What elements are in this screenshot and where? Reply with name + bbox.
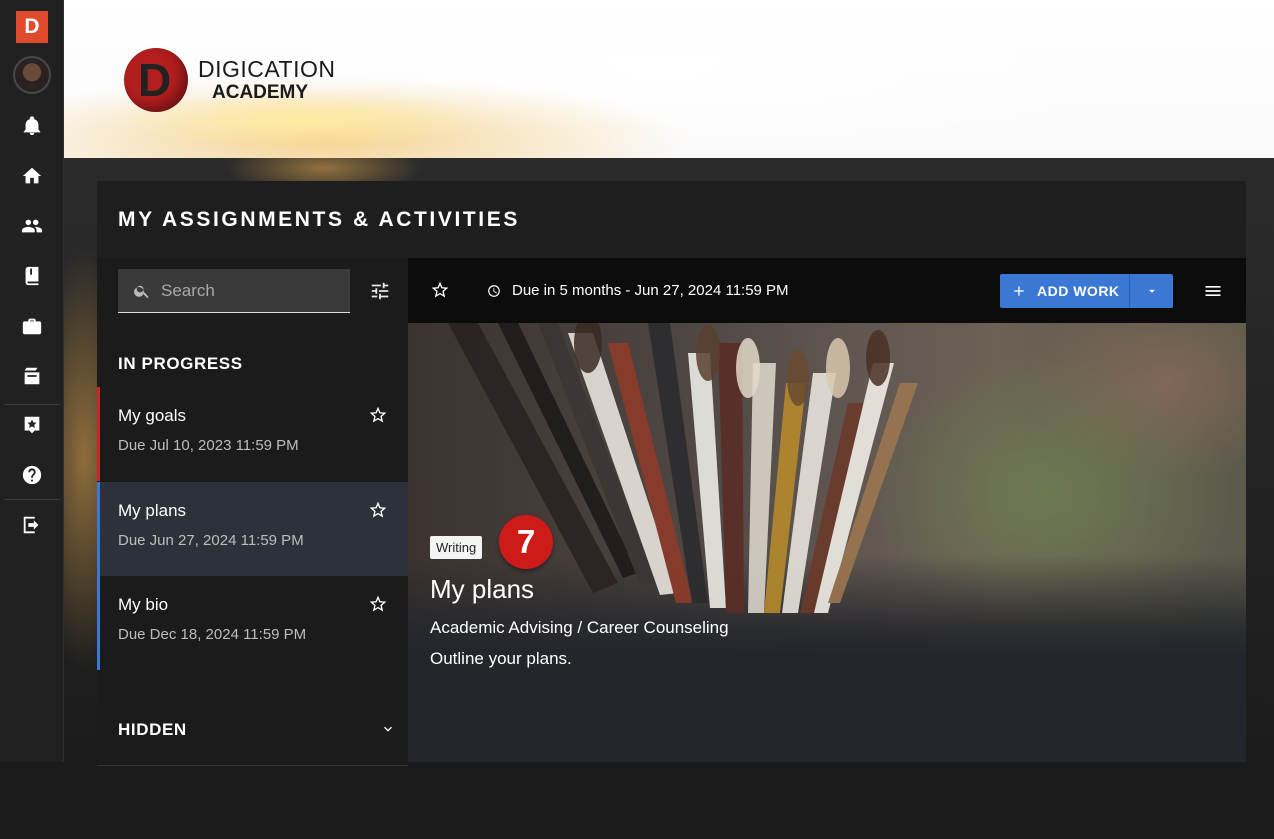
item-title: My plans [118, 501, 187, 520]
caret-down-icon [1148, 289, 1155, 293]
assignment-list: IN PROGRESS My goals Due Jul 10, 2023 11… [97, 258, 408, 766]
app-logo[interactable]: D [16, 11, 48, 43]
category-tag: Writing [430, 536, 483, 559]
school-logo[interactable]: D DIGICATION ACADEMY [124, 48, 335, 112]
item-due: Due Dec 18, 2024 11:59 PM [118, 626, 307, 643]
section-hidden: HIDDEN [118, 720, 187, 739]
star-icon[interactable] [368, 405, 388, 425]
rail-divider [4, 499, 60, 500]
add-work-main[interactable]: ADD WORK [1000, 274, 1129, 308]
people-icon[interactable] [20, 214, 44, 238]
school-logo-mark: D [124, 48, 188, 112]
menu-icon[interactable] [1203, 281, 1223, 301]
assignments-panel: MY ASSIGNMENTS & ACTIVITIES IN PROGRESS … [97, 181, 1246, 766]
due-date-text: Due in 5 months - Jun 27, 2024 11:59 PM [512, 282, 789, 299]
list-item[interactable]: My bio Due Dec 18, 2024 11:59 PM [97, 576, 408, 670]
item-title: My bio [118, 595, 169, 614]
paintbrushes-image [448, 323, 918, 613]
assignment-cover-image [408, 323, 1246, 655]
exit-icon[interactable] [20, 513, 44, 537]
home-icon[interactable] [20, 164, 44, 188]
item-due: Due Jun 27, 2024 11:59 PM [118, 532, 304, 549]
list-item[interactable]: My goals Due Jul 10, 2023 11:59 PM [97, 387, 408, 481]
list-item[interactable]: My plans Due Jun 27, 2024 11:59 PM [97, 482, 408, 576]
bell-icon[interactable] [20, 114, 44, 138]
notification-badge: 7 [499, 515, 553, 569]
help-icon[interactable] [20, 463, 44, 487]
page-title: MY ASSIGNMENTS & ACTIVITIES [118, 208, 520, 231]
item-due: Due Jul 10, 2023 11:59 PM [118, 437, 299, 454]
assignment-title: My plans [430, 574, 535, 604]
add-work-label: ADD WORK [1037, 283, 1120, 299]
detail-toolbar: Due in 5 months - Jun 27, 2024 11:59 PM … [408, 258, 1246, 323]
course-name: Academic Advising / Career Counseling [430, 618, 729, 637]
briefcase-icon[interactable] [20, 314, 44, 338]
book-icon[interactable] [20, 264, 44, 288]
star-add-icon[interactable] [20, 413, 44, 437]
assignment-description: Outline your plans. [430, 649, 572, 668]
hidden-section-toggle[interactable] [97, 765, 408, 839]
search-icon [134, 285, 149, 298]
add-work-button[interactable]: ADD WORK [1000, 274, 1173, 308]
status-bar [97, 387, 100, 481]
plus-icon [1014, 286, 1024, 296]
school-name-line2: ACADEMY [212, 82, 309, 103]
chevron-down-icon[interactable] [380, 721, 396, 737]
rail-divider [4, 404, 60, 405]
filter-icon[interactable] [369, 280, 391, 302]
item-title: My goals [118, 406, 187, 425]
avatar[interactable] [13, 56, 51, 94]
status-bar [97, 482, 100, 576]
stack-icon[interactable] [20, 364, 44, 388]
assignment-detail: Due in 5 months - Jun 27, 2024 11:59 PM … [408, 258, 1246, 762]
star-icon[interactable] [430, 280, 450, 300]
app-rail: D [0, 0, 64, 762]
banner-image: D DIGICATION ACADEMY [64, 0, 1274, 158]
school-name-line1: DIGICATION [198, 56, 336, 82]
search-input[interactable] [161, 280, 331, 301]
clock-icon [487, 284, 501, 298]
add-work-dropdown[interactable] [1129, 274, 1173, 308]
section-in-progress: IN PROGRESS [118, 354, 243, 373]
search-box [118, 269, 350, 313]
status-bar [97, 576, 100, 670]
star-icon[interactable] [368, 500, 388, 520]
star-icon[interactable] [368, 594, 388, 614]
